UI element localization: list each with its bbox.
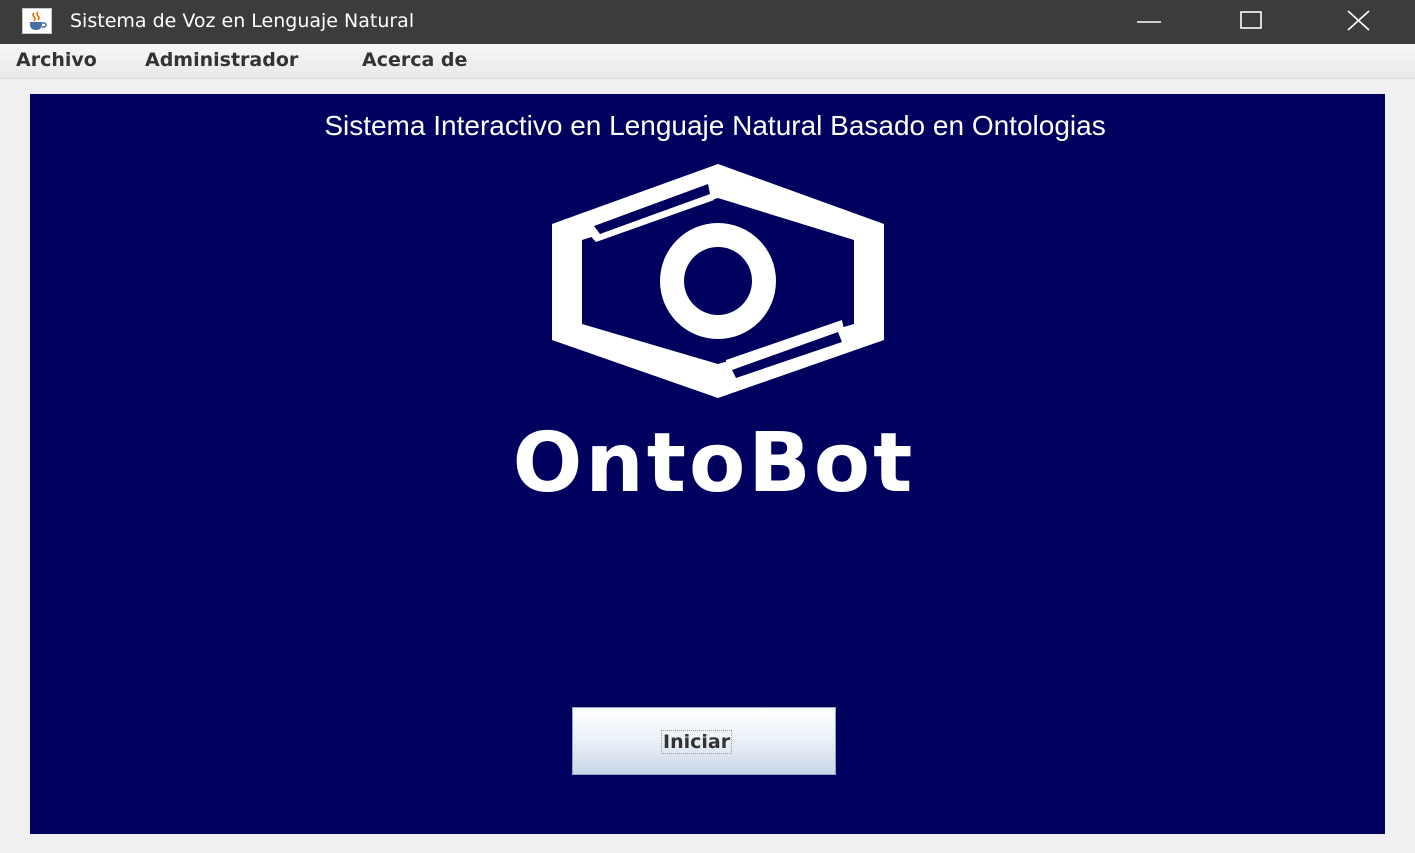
menu-archivo[interactable]: Archivo xyxy=(14,49,99,71)
main-panel: Sistema Interactivo en Lenguaje Natural … xyxy=(30,94,1385,834)
minimize-icon xyxy=(1137,21,1161,23)
app-window: Sistema de Voz en Lenguaje Natural Archi… xyxy=(0,0,1415,853)
menu-acerca-de[interactable]: Acerca de xyxy=(360,49,469,71)
hexagon-ring-logo-icon xyxy=(552,164,884,398)
menu-bar: Archivo Administrador Acerca de xyxy=(0,44,1415,79)
page-title: Sistema Interactivo en Lenguaje Natural … xyxy=(324,110,1106,141)
brand-name: OntoBot xyxy=(512,416,916,511)
start-button[interactable]: Iniciar xyxy=(572,707,836,775)
menu-administrador[interactable]: Administrador xyxy=(143,49,300,71)
maximize-icon xyxy=(1240,11,1262,29)
maximize-button[interactable] xyxy=(1203,0,1303,44)
close-icon xyxy=(1347,10,1370,31)
minimize-button[interactable] xyxy=(1100,0,1200,44)
window-title: Sistema de Voz en Lenguaje Natural xyxy=(70,10,415,32)
title-bar[interactable]: Sistema de Voz en Lenguaje Natural xyxy=(0,0,1415,44)
start-button-label: Iniciar xyxy=(661,730,733,754)
close-button[interactable] xyxy=(1310,0,1410,44)
java-cup-icon[interactable] xyxy=(22,8,52,34)
